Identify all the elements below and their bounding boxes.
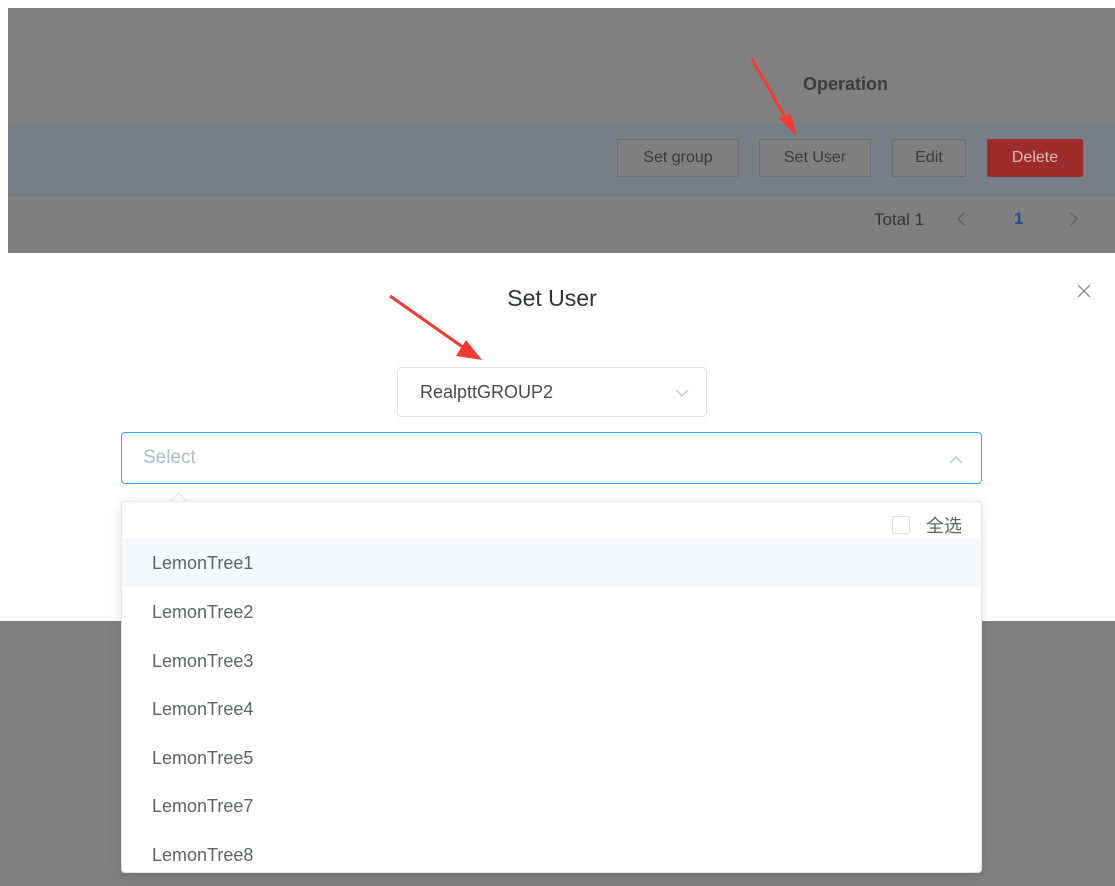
dropdown-option[interactable]: LemonTree1	[122, 539, 981, 587]
select-all-label: 全选	[926, 516, 962, 536]
chevron-right-icon[interactable]	[1067, 208, 1081, 235]
checkbox-icon[interactable]	[892, 516, 910, 534]
select-all-checkbox[interactable]: 全选	[892, 514, 962, 536]
set-group-button[interactable]: Set group	[617, 139, 739, 177]
dropdown-option[interactable]: LemonTree4	[122, 685, 981, 733]
user-select-input[interactable]	[143, 445, 903, 471]
chevron-down-icon	[674, 386, 690, 404]
delete-button[interactable]: Delete	[987, 139, 1083, 177]
pagination: Total 1 1	[8, 196, 1115, 253]
operation-column-header: Operation	[803, 74, 889, 94]
set-user-button[interactable]: Set User	[759, 139, 871, 177]
table-row: Set group Set User Edit Delete	[8, 125, 1115, 196]
pagination-current-page[interactable]: 1	[1014, 209, 1023, 229]
pagination-total: Total 1	[874, 210, 925, 229]
table-area: Operation Set group Set User Edit Delete…	[8, 8, 1115, 253]
user-dropdown: 全选 LemonTree1 LemonTree2 LemonTree3 Lemo…	[121, 501, 982, 873]
dialog-title: Set User	[507, 285, 597, 311]
dropdown-option[interactable]: LemonTree3	[122, 637, 981, 685]
annotation-arrow-icon	[750, 58, 797, 136]
group-select[interactable]: RealpttGROUP2	[397, 367, 707, 417]
annotation-arrow-icon	[389, 294, 482, 360]
user-select[interactable]	[121, 432, 982, 484]
dropdown-option[interactable]: LemonTree8	[122, 831, 981, 872]
group-select-value: RealpttGROUP2	[420, 382, 554, 402]
dropdown-option[interactable]: LemonTree2	[122, 588, 981, 636]
close-icon[interactable]	[1074, 281, 1094, 301]
dropdown-option[interactable]: LemonTree7	[122, 782, 981, 830]
chevron-left-icon[interactable]	[954, 208, 968, 235]
chevron-up-icon	[948, 453, 964, 471]
table-header: Operation	[8, 8, 1115, 125]
edit-button[interactable]: Edit	[892, 139, 966, 177]
dropdown-option[interactable]: LemonTree5	[122, 734, 981, 782]
